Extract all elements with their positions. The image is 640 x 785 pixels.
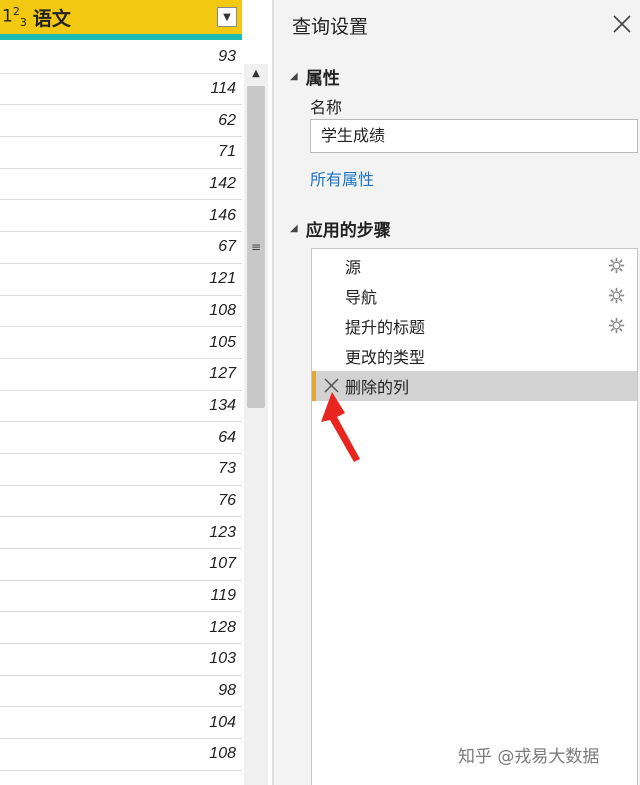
query-name-input[interactable]: 学生成绩 [310, 119, 638, 153]
scroll-up-icon[interactable]: ▲ [244, 64, 268, 84]
column-title: 语文 [32, 7, 71, 30]
table-row[interactable]: 76 [0, 486, 242, 518]
properties-section-header[interactable]: ◢ 属性 [290, 64, 340, 89]
selected-step-accent [312, 371, 316, 401]
table-row[interactable]: 71 [0, 137, 242, 169]
collapse-triangle-icon[interactable]: ◢ [290, 71, 298, 82]
table-row[interactable]: 121 [0, 264, 242, 296]
pane-divider[interactable] [272, 0, 274, 785]
gear-icon[interactable] [608, 317, 625, 334]
scroll-thumb[interactable]: ≡ [247, 86, 265, 408]
applied-steps-list: 源 导航 提升的标题 更改的类型 删除的列 [311, 248, 638, 785]
all-properties-link[interactable]: 所有属性 [310, 166, 374, 190]
step-label: 源 [345, 258, 362, 277]
table-row[interactable]: 67 [0, 232, 242, 264]
table-row[interactable]: 93 [0, 42, 242, 74]
step-promoted-headers[interactable]: 提升的标题 [312, 311, 637, 341]
delete-step-icon[interactable] [324, 378, 339, 393]
column-quality-bar [0, 34, 242, 40]
table-row[interactable]: 64 [0, 422, 242, 454]
step-label: 导航 [345, 288, 378, 307]
table-row[interactable]: 114 [0, 74, 242, 106]
table-row[interactable]: 146 [0, 200, 242, 233]
table-row[interactable]: 119 [0, 581, 242, 613]
table-row[interactable]: 105 [0, 327, 242, 359]
properties-heading: 属性 [305, 69, 340, 89]
table-row[interactable]: 104 [0, 707, 242, 740]
applied-steps-heading: 应用的步骤 [305, 221, 391, 241]
watermark: 知乎 @戎易大数据 [458, 747, 600, 767]
name-label: 名称 [310, 98, 343, 117]
column-header[interactable]: 123 语文 ▼ [0, 0, 242, 34]
table-row[interactable]: 103 [0, 644, 242, 676]
gear-icon[interactable] [608, 257, 625, 274]
table-row[interactable]: 62 [0, 105, 242, 138]
table-row[interactable]: 127 [0, 359, 242, 391]
table-row[interactable]: 134 [0, 391, 242, 423]
gear-icon[interactable] [608, 287, 625, 304]
number-type-icon[interactable]: 123 [2, 5, 27, 29]
collapse-triangle-icon[interactable]: ◢ [290, 223, 298, 234]
applied-steps-section-header[interactable]: ◢ 应用的步骤 [290, 216, 391, 241]
vertical-scrollbar[interactable]: ▲ ≡ [244, 64, 268, 785]
red-arrow-annotation [321, 392, 360, 462]
step-source[interactable]: 源 [312, 251, 637, 281]
chevron-down-icon[interactable]: ▼ [217, 7, 237, 27]
table-row[interactable]: 107 [0, 549, 242, 581]
data-table-pane: 123 语文 ▼ 93 114 62 71 142 146 67 121 108 105 127 13… [0, 0, 272, 785]
step-label: 更改的类型 [345, 348, 426, 367]
close-icon[interactable] [610, 12, 634, 36]
table-rows: 93 114 62 71 142 146 67 121 108 105 127 134 64 73 76 12… [0, 42, 242, 771]
table-row[interactable]: 142 [0, 169, 242, 201]
table-row[interactable]: 128 [0, 612, 242, 645]
table-row[interactable]: 123 [0, 517, 242, 549]
pane-title: 查询设置 [292, 16, 369, 38]
step-changed-type[interactable]: 更改的类型 [312, 341, 637, 371]
table-row[interactable]: 98 [0, 676, 242, 708]
table-row[interactable]: 108 [0, 296, 242, 328]
table-row[interactable]: 108 [0, 739, 242, 771]
table-row[interactable]: 73 [0, 454, 242, 486]
step-navigation[interactable]: 导航 [312, 281, 637, 311]
step-label: 提升的标题 [345, 318, 426, 337]
